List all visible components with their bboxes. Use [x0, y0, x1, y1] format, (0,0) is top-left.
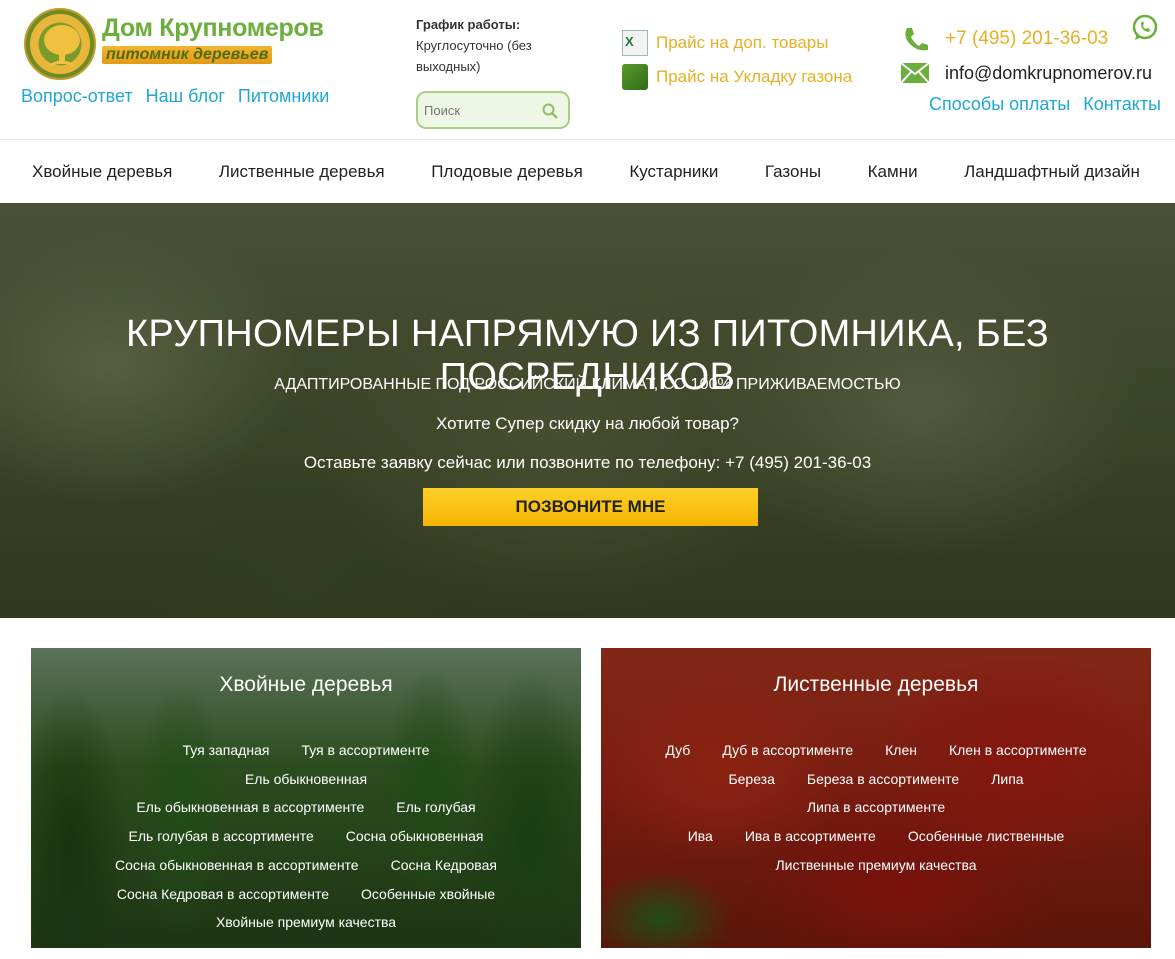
conifer-link[interactable]: Сосна обыкновенная в ассортименте: [115, 851, 359, 880]
conifer-link[interactable]: Сосна обыкновенная: [346, 822, 484, 851]
main-nav: Хвойные деревья Лиственные деревья Плодо…: [0, 141, 1175, 203]
conifer-link[interactable]: Сосна Кедровая: [391, 851, 497, 880]
link-payment-methods[interactable]: Способы оплаты: [929, 94, 1070, 114]
top-links: Вопрос-ответ Наш блог Питомники: [21, 86, 337, 107]
site-header: Дом Крупномеров питомник деревьев Вопрос…: [0, 0, 1175, 140]
hero-content: КРУПНОМЕРЫ НАПРЯМУЮ ИЗ ПИТОМНИКА, БЕЗ ПО…: [0, 203, 1175, 618]
brand-subtitle: питомник деревьев: [102, 46, 273, 64]
schedule-value: Круглосуточно (без выходных): [416, 38, 532, 74]
nav-lawns[interactable]: Газоны: [765, 162, 821, 182]
work-schedule: График работы: Круглосуточно (без выходн…: [416, 14, 566, 77]
search-input[interactable]: [424, 101, 542, 119]
nav-deciduous-trees[interactable]: Лиственные деревья: [219, 162, 385, 182]
deciduous-link[interactable]: Особенные лиственные: [908, 822, 1064, 851]
contact-info: +7 (495) 201-36-03 info@domkrupnomerov.r…: [900, 22, 1152, 90]
link-contacts[interactable]: Контакты: [1083, 94, 1161, 114]
conifer-link[interactable]: Хвойные премиум качества: [216, 908, 396, 937]
price-lawn-link[interactable]: Прайс на Укладку газона: [622, 60, 852, 94]
conifer-card-title[interactable]: Хвойные деревья: [31, 673, 581, 697]
phone-number: +7 (495) 201-36-03: [945, 28, 1109, 49]
conifer-link[interactable]: Туя западная: [183, 736, 270, 765]
hero-discount-question: Хотите Супер скидку на любой товар?: [435, 414, 739, 433]
deciduous-link[interactable]: Береза в ассортименте: [807, 765, 959, 794]
pay-links: Способы оплаты Контакты: [921, 94, 1161, 115]
conifer-link[interactable]: Ель обыкновенная в ассортименте: [136, 793, 364, 822]
deciduous-link[interactable]: Дуб: [665, 736, 690, 765]
hero-call-text: Оставьте заявку сейчас или позвоните по …: [303, 453, 872, 472]
grass-icon: [622, 64, 648, 90]
conifer-link[interactable]: Туя в ассортименте: [301, 736, 429, 765]
deciduous-link[interactable]: Дуб в ассортименте: [722, 736, 853, 765]
deciduous-links: Дуб Дуб в ассортименте Клен Клен в ассортим…: [631, 736, 1121, 880]
hero-banner: КРУПНОМЕРЫ НАПРЯМУЮ ИЗ ПИТОМНИКА, БЕЗ ПО…: [0, 203, 1175, 618]
nav-shrubs[interactable]: Кустарники: [629, 162, 718, 182]
price-lawn-label: Прайс на Укладку газона: [656, 67, 853, 86]
hero-subtitle: АДАПТИРОВАННЫЕ ПОД РОССИЙСКИЙ КЛИМАТ, СО…: [274, 376, 901, 393]
link-nurseries[interactable]: Питомники: [238, 86, 329, 106]
conifer-link[interactable]: Ель голубая: [396, 793, 475, 822]
price-extra-goods-link[interactable]: Прайс на доп. товары: [622, 26, 852, 60]
search-box: [416, 91, 570, 129]
conifer-link[interactable]: Особенные хвойные: [361, 880, 495, 909]
deciduous-card-title[interactable]: Лиственные деревья: [601, 673, 1151, 697]
conifer-links: Туя западная Туя в ассортиментеЕль обыкно…: [91, 736, 521, 937]
deciduous-link[interactable]: Клен в ассортименте: [949, 736, 1087, 765]
excel-file-icon: [622, 30, 648, 56]
schedule-label: График работы:: [416, 17, 521, 32]
nav-landscape-design[interactable]: Ландшафтный дизайн: [964, 162, 1140, 182]
deciduous-link[interactable]: Ива в ассортименте: [745, 822, 876, 851]
price-extra-goods-label: Прайс на доп. товары: [656, 33, 829, 52]
envelope-icon: [900, 60, 930, 86]
deciduous-link[interactable]: Береза: [728, 765, 774, 794]
phone-icon: [900, 26, 930, 52]
whatsapp-icon[interactable]: [1131, 14, 1159, 42]
deciduous-category-card: Лиственные деревья Дуб Дуб в ассортименте…: [601, 648, 1151, 948]
conifer-link[interactable]: Ель голубая в ассортименте: [129, 822, 314, 851]
brand-title[interactable]: Дом Крупномеров: [102, 14, 324, 43]
conifer-category-card: Хвойные деревья Туя западная Туя в ассорт…: [31, 648, 581, 948]
call-me-button[interactable]: ПОЗВОНИТЕ МНЕ: [423, 488, 758, 526]
nav-fruit-trees[interactable]: Плодовые деревья: [431, 162, 583, 182]
link-blog[interactable]: Наш блог: [146, 86, 225, 106]
email-link[interactable]: info@domkrupnomerov.ru: [900, 56, 1152, 90]
phone-link[interactable]: +7 (495) 201-36-03: [900, 22, 1152, 56]
deciduous-link[interactable]: Клен: [885, 736, 917, 765]
deciduous-link[interactable]: Липа в ассортименте: [807, 793, 945, 822]
price-lists: Прайс на доп. товары Прайс на Укладку га…: [622, 26, 852, 94]
email-address: info@domkrupnomerov.ru: [945, 62, 1153, 83]
nav-stones[interactable]: Камни: [868, 162, 918, 182]
deciduous-link[interactable]: Лиственные премиум качества: [775, 851, 976, 880]
deciduous-link[interactable]: Ива: [688, 822, 713, 851]
conifer-link[interactable]: Сосна Кедровая в ассортименте: [117, 880, 329, 909]
conifer-link[interactable]: Ель обыкновенная: [245, 765, 367, 794]
nav-conifer-trees[interactable]: Хвойные деревья: [32, 162, 172, 182]
deciduous-link[interactable]: Липа: [991, 765, 1023, 794]
link-faq[interactable]: Вопрос-ответ: [21, 86, 133, 106]
search-icon[interactable]: [542, 103, 558, 119]
nursery-logo-icon[interactable]: [24, 8, 96, 80]
